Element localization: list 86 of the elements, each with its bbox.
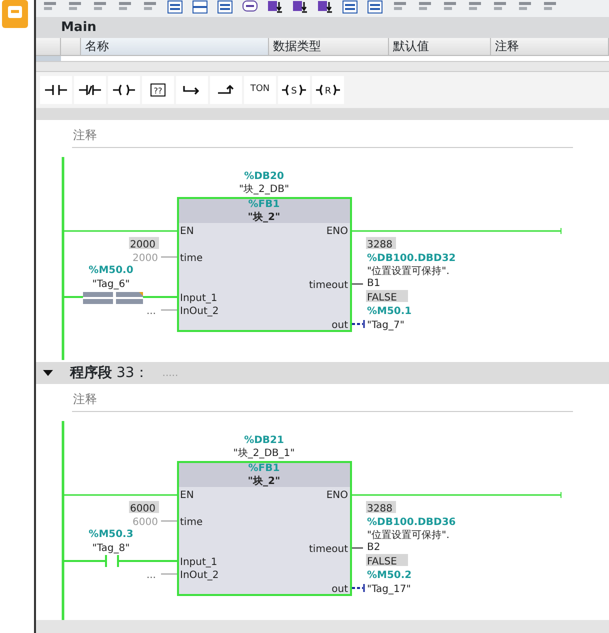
- pin-label: Input_1: [180, 293, 218, 304]
- instruction-button[interactable]: [210, 76, 242, 104]
- tag-member: B2: [367, 542, 380, 553]
- wire: [160, 520, 178, 522]
- block-name: "块_2": [248, 212, 280, 223]
- function-block[interactable]: [177, 461, 352, 596]
- parameter-value: ...: [146, 306, 156, 317]
- monitor-value: 2000: [129, 237, 159, 250]
- list-icon[interactable]: [367, 0, 383, 14]
- instruction-button[interactable]: [108, 76, 140, 104]
- tag-name: "位置设置可保持".: [367, 530, 450, 541]
- tag-member: B1: [367, 278, 380, 289]
- pin-label: Input_1: [180, 557, 218, 568]
- tag-name: "Tag_7": [367, 320, 404, 331]
- block-name: "块_2": [248, 476, 280, 487]
- instruction-button[interactable]: ??: [142, 76, 174, 104]
- list-icon[interactable]: [217, 0, 233, 14]
- pin-label: EN: [180, 490, 194, 501]
- monitor-value: FALSE: [366, 554, 408, 568]
- coil-icon: [112, 83, 136, 97]
- pin-label: InOut_2: [180, 306, 219, 317]
- tag-address: %DB100.DBD32: [367, 253, 456, 264]
- monitor-value: FALSE: [366, 290, 408, 304]
- column-header[interactable]: 注释: [491, 38, 609, 55]
- tag-address: %DB100.DBD36: [367, 517, 456, 528]
- editor-title: Main: [36, 17, 609, 38]
- pin-label: time: [180, 253, 203, 264]
- instance-name: "块_2_DB": [238, 184, 290, 195]
- tag-name: "Tag_6": [92, 279, 130, 290]
- wire: [352, 320, 365, 328]
- contact-icon: [44, 83, 68, 97]
- contact[interactable]: [64, 292, 177, 304]
- block-address: %FB1: [248, 199, 280, 210]
- monitor-value: 6000: [129, 501, 159, 514]
- pin-label: time: [180, 517, 203, 528]
- instance-address: %DB20: [244, 171, 284, 182]
- column-header[interactable]: 数据类型: [269, 38, 389, 55]
- download-icon[interactable]: [267, 0, 283, 14]
- instruction-button[interactable]: [176, 76, 208, 104]
- instruction-button[interactable]: S: [278, 76, 310, 104]
- block-address: %FB1: [248, 463, 280, 474]
- download-icon[interactable]: [317, 0, 333, 14]
- comment-field[interactable]: 注释: [72, 388, 573, 412]
- network-header[interactable]: 程序段 33： .....: [36, 362, 609, 384]
- instruction-button[interactable]: [40, 76, 72, 104]
- pin-label: ENO: [326, 490, 348, 501]
- pin-label: timeout: [309, 280, 348, 291]
- contact-icon: [78, 83, 102, 97]
- comment-icon[interactable]: [242, 0, 258, 14]
- window-icon[interactable]: [192, 0, 208, 14]
- wire: [352, 584, 365, 592]
- instance-name: "块_2_DB_1": [233, 448, 295, 459]
- list-icon[interactable]: [167, 0, 183, 14]
- app-icon[interactable]: [0, 0, 30, 30]
- function-block[interactable]: [177, 197, 352, 332]
- tag-address: %M50.1: [367, 306, 412, 317]
- instruction-button[interactable]: [74, 76, 106, 104]
- tag-address: %M50.0: [88, 265, 134, 276]
- pin-label: out: [332, 320, 348, 331]
- download-icon[interactable]: [292, 0, 308, 14]
- monitor-value: 3288: [366, 501, 396, 514]
- contact[interactable]: [63, 554, 178, 568]
- tag-address: %M50.3: [88, 529, 134, 540]
- instance-address: %DB21: [244, 435, 284, 446]
- timer-button[interactable]: TON: [244, 76, 276, 104]
- pin-label: InOut_2: [180, 570, 219, 581]
- pin-label: ENO: [326, 226, 348, 237]
- comment-field[interactable]: 注释: [72, 124, 573, 148]
- instruction-button[interactable]: R: [312, 76, 344, 104]
- column-header[interactable]: 名称: [81, 38, 269, 55]
- tag-address: %M50.2: [367, 570, 412, 581]
- pin-label: EN: [180, 226, 194, 237]
- network-title: 程序段 33：: [70, 364, 148, 382]
- parameter-value: 2000: [132, 253, 158, 264]
- collapse-icon[interactable]: [42, 369, 54, 377]
- parameter-value: ...: [146, 570, 156, 581]
- parameter-value: 6000: [132, 517, 158, 528]
- column-header[interactable]: 默认值: [389, 38, 491, 55]
- list-icon[interactable]: [342, 0, 358, 14]
- tag-name: "Tag_17": [367, 584, 411, 595]
- pin-label: out: [332, 584, 348, 595]
- tag-name: "Tag_8": [92, 543, 130, 554]
- wire: [160, 256, 178, 258]
- tag-name: "位置设置可保持".: [367, 266, 450, 277]
- monitor-value: 3288: [366, 237, 396, 250]
- pin-label: timeout: [309, 544, 348, 555]
